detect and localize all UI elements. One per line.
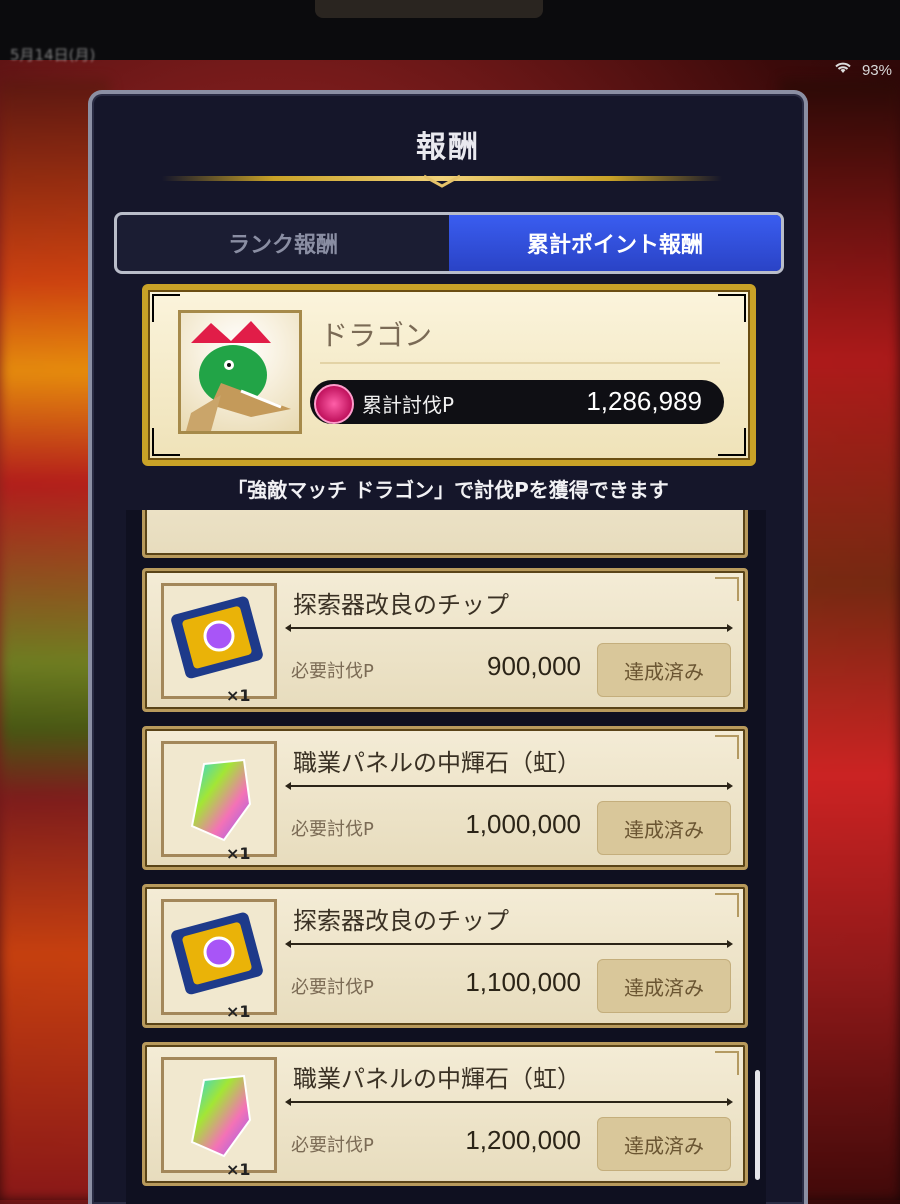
achieved-button[interactable]: 達成済み [597,959,731,1013]
dragon-portrait [178,310,302,434]
required-points-label: 必要討伐P [291,1135,374,1156]
rainbow-stone-icon: ×1 [161,1057,277,1179]
list-item: ×1 探索器改良のチップ 必要討伐P 900,000 達成済み [142,568,748,712]
reward-dialog: 報酬 ランク報酬 累計ポイント報酬 ドラゴン 累計討伐P 1,286,989 「… [88,90,808,1204]
dialog-title: 報酬 [416,130,480,165]
achieved-button[interactable]: 達成済み [597,643,731,697]
hint-text: 「強敵マッチ ドラゴン」で討伐Pを獲得できます [227,478,669,502]
chip-icon: ×1 [161,899,277,1021]
device-notch [315,0,543,18]
boss-card: ドラゴン 累計討伐P 1,286,989 [142,284,756,466]
item-quantity: ×1 [226,686,251,705]
list-item-partial [142,510,748,558]
list-item: ×1 職業パネルの中輝石（虹） 必要討伐P 1,000,000 達成済み [142,726,748,870]
required-points-label: 必要討伐P [291,819,374,840]
required-points-value: 1,200,000 [465,1125,581,1155]
item-name: 探索器改良のチップ [293,591,509,619]
reward-tabs: ランク報酬 累計ポイント報酬 [114,212,784,274]
chip-icon: ×1 [161,583,277,705]
wifi-icon [834,60,852,78]
list-item: ×1 探索器改良のチップ 必要討伐P 1,100,000 達成済み [142,884,748,1028]
item-quantity: ×1 [226,1002,251,1021]
list-scrollbar[interactable] [755,1070,760,1180]
required-points-label: 必要討伐P [291,661,374,682]
battery-level: 93% [861,62,892,79]
tab-cumulative-point-reward[interactable]: 累計ポイント報酬 [449,215,781,271]
cumulative-points: 累計討伐P 1,286,989 [310,380,724,424]
ornament-icon [424,174,460,188]
item-name: 探索器改良のチップ [293,907,509,935]
points-value: 1,286,989 [586,386,702,416]
rainbow-stone-icon: ×1 [161,741,277,863]
item-name: 職業パネルの中輝石（虹） [293,749,581,777]
status-bar: 5月14日(月) 93% [0,46,900,84]
achieved-button[interactable]: 達成済み [597,1117,731,1171]
points-label: 累計討伐P [362,393,455,417]
required-points-value: 1,000,000 [465,809,581,839]
heart-badge-icon [314,384,354,424]
required-points-value: 900,000 [487,651,581,681]
item-quantity: ×1 [226,844,251,863]
reward-list[interactable]: ×1 探索器改良のチップ 必要討伐P 900,000 達成済み ×1 職業パネル… [126,510,766,1204]
item-name: 職業パネルの中輝石（虹） [293,1065,581,1093]
achieved-button[interactable]: 達成済み [597,801,731,855]
status-time: 5月14日(月) [10,46,96,64]
boss-name: ドラゴン [320,319,433,352]
item-quantity: ×1 [226,1160,251,1179]
tab-rank-reward[interactable]: ランク報酬 [117,215,449,271]
required-points-value: 1,100,000 [465,967,581,997]
required-points-label: 必要討伐P [291,977,374,998]
list-item: ×1 職業パネルの中輝石（虹） 必要討伐P 1,200,000 達成済み [142,1042,748,1186]
